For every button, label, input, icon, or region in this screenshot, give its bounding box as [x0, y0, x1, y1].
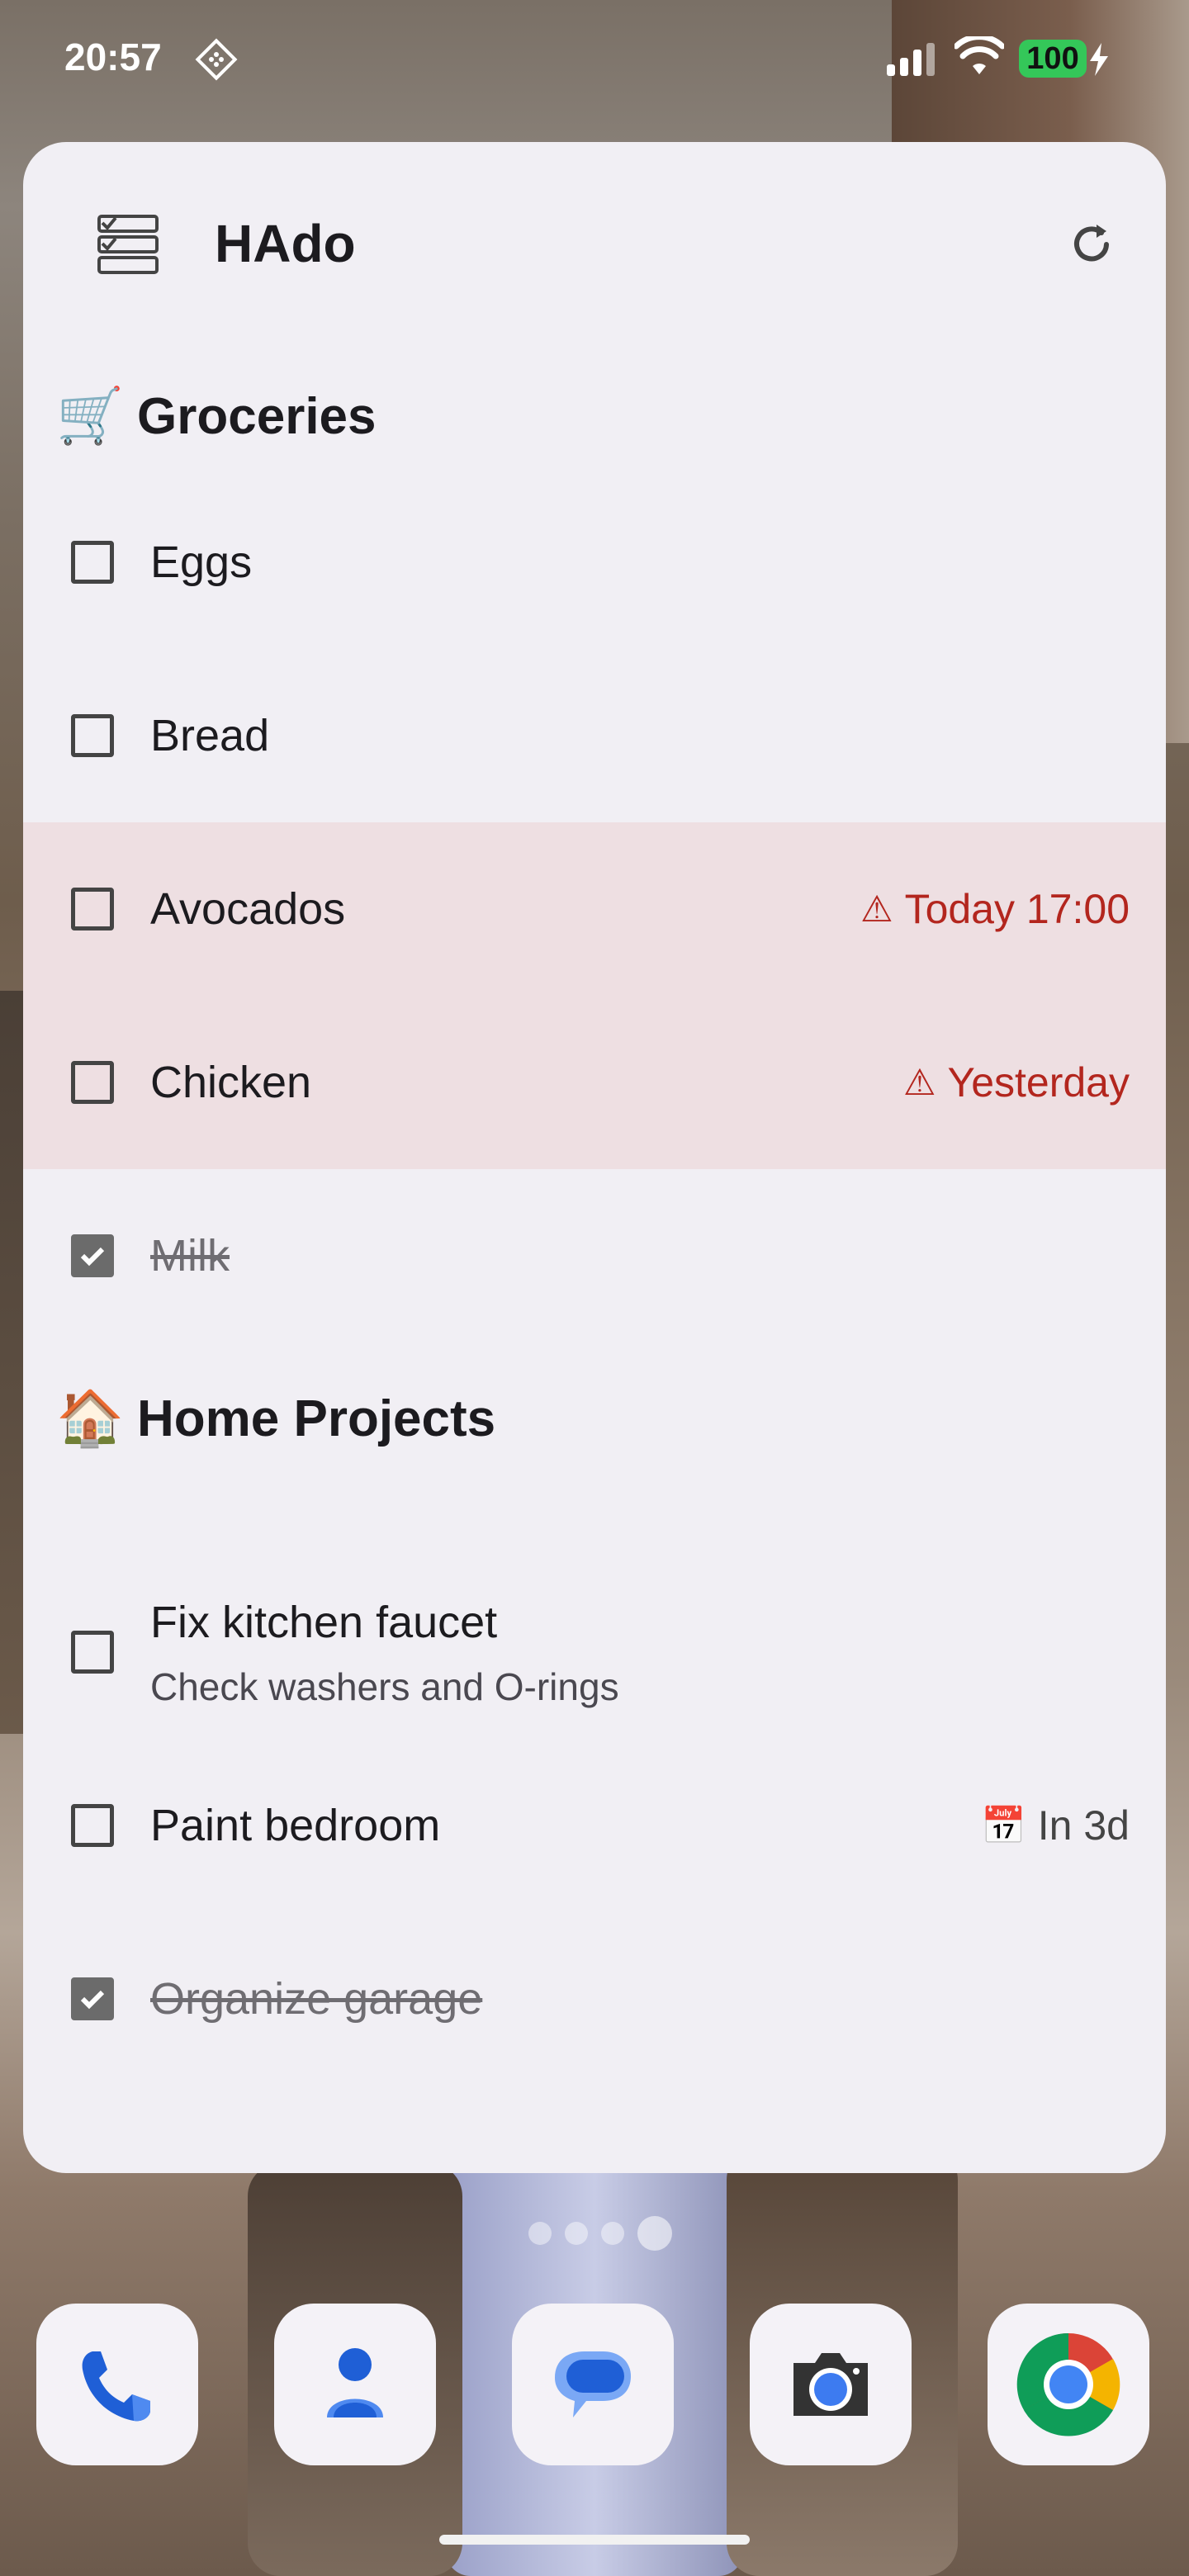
battery-level: 100	[1019, 40, 1087, 78]
task-row[interactable]: Eggs	[23, 476, 1166, 649]
refresh-icon[interactable]	[1065, 218, 1118, 271]
task-label: Fix kitchen faucet	[150, 1598, 498, 1647]
checkbox[interactable]	[71, 714, 114, 757]
checkbox-checked[interactable]	[71, 1977, 114, 2020]
list-header-home-projects[interactable]: 🏠 Home Projects	[56, 1377, 495, 1460]
signal-icon	[885, 41, 938, 78]
task-row-completed[interactable]: Organize garage	[23, 1912, 1166, 2086]
task-label: Paint bedroom	[150, 1801, 441, 1850]
due-text: In 3d	[1037, 1802, 1130, 1849]
page-dot	[565, 2222, 588, 2245]
messages-icon[interactable]	[512, 2304, 674, 2465]
task-row-overdue[interactable]: Chicken ⚠ Yesterday	[23, 996, 1166, 1169]
due-badge: 📅 In 3d	[981, 1802, 1130, 1849]
task-label: Avocados	[150, 884, 346, 934]
house-icon: 🏠	[56, 1387, 125, 1448]
calendar-icon: 📅	[980, 1806, 1026, 1846]
page-dot-active	[637, 2216, 672, 2251]
list-title: Groceries	[137, 387, 377, 445]
checkbox[interactable]	[71, 1631, 114, 1674]
phone-icon[interactable]	[36, 2304, 198, 2465]
list-header-groceries[interactable]: 🛒 Groceries	[56, 375, 377, 457]
checkbox[interactable]	[71, 1804, 114, 1847]
camera-icon[interactable]	[750, 2304, 912, 2465]
task-row[interactable]: Paint bedroom 📅 In 3d	[23, 1739, 1166, 1912]
due-text: Yesterday	[947, 1059, 1130, 1106]
warning-icon: ⚠	[860, 888, 893, 930]
task-label: Milk	[150, 1231, 230, 1281]
chrome-icon[interactable]	[988, 2304, 1149, 2465]
home-indicator[interactable]	[439, 2535, 750, 2545]
task-label: Bread	[150, 711, 270, 760]
list-title: Home Projects	[137, 1390, 496, 1447]
contacts-icon[interactable]	[274, 2304, 436, 2465]
task-row[interactable]: Fix kitchen faucet Check washers and O-r…	[23, 1565, 1166, 1739]
task-row-completed[interactable]: Milk	[23, 1169, 1166, 1342]
battery-charging-icon: 100	[1019, 40, 1110, 79]
task-label: Chicken	[150, 1058, 312, 1107]
checklist-icon[interactable]	[96, 215, 160, 274]
hado-widget: HAdo 🛒 Groceries Eggs Bread Avocados ⚠ T…	[23, 142, 1166, 2173]
task-label: Organize garage	[150, 1974, 483, 2024]
task-row-overdue[interactable]: Avocados ⚠ Today 17:00	[23, 822, 1166, 996]
task-row[interactable]: Bread	[23, 649, 1166, 822]
wifi-icon	[953, 34, 1006, 78]
page-indicator	[528, 2213, 677, 2254]
diamond-icon	[193, 36, 239, 83]
status-bar: 20:57 100	[0, 0, 1189, 124]
checkbox[interactable]	[71, 888, 114, 930]
task-note: Check washers and O-rings	[150, 1665, 619, 1708]
checkbox[interactable]	[71, 541, 114, 584]
page-dot	[601, 2222, 624, 2245]
dock	[0, 2304, 1189, 2469]
widget-header: HAdo	[23, 142, 1166, 348]
page-dot	[528, 2222, 552, 2245]
task-label: Eggs	[150, 537, 253, 587]
checkbox[interactable]	[71, 1061, 114, 1104]
due-badge: ⚠ Yesterday	[903, 1058, 1130, 1106]
cart-icon: 🛒	[56, 385, 125, 446]
warning-icon: ⚠	[903, 1062, 936, 1103]
widget-title: HAdo	[215, 214, 356, 273]
due-text: Today 17:00	[904, 886, 1130, 932]
status-time: 20:57	[64, 36, 162, 78]
checkbox-checked[interactable]	[71, 1234, 114, 1277]
due-badge: ⚠ Today 17:00	[860, 885, 1130, 933]
